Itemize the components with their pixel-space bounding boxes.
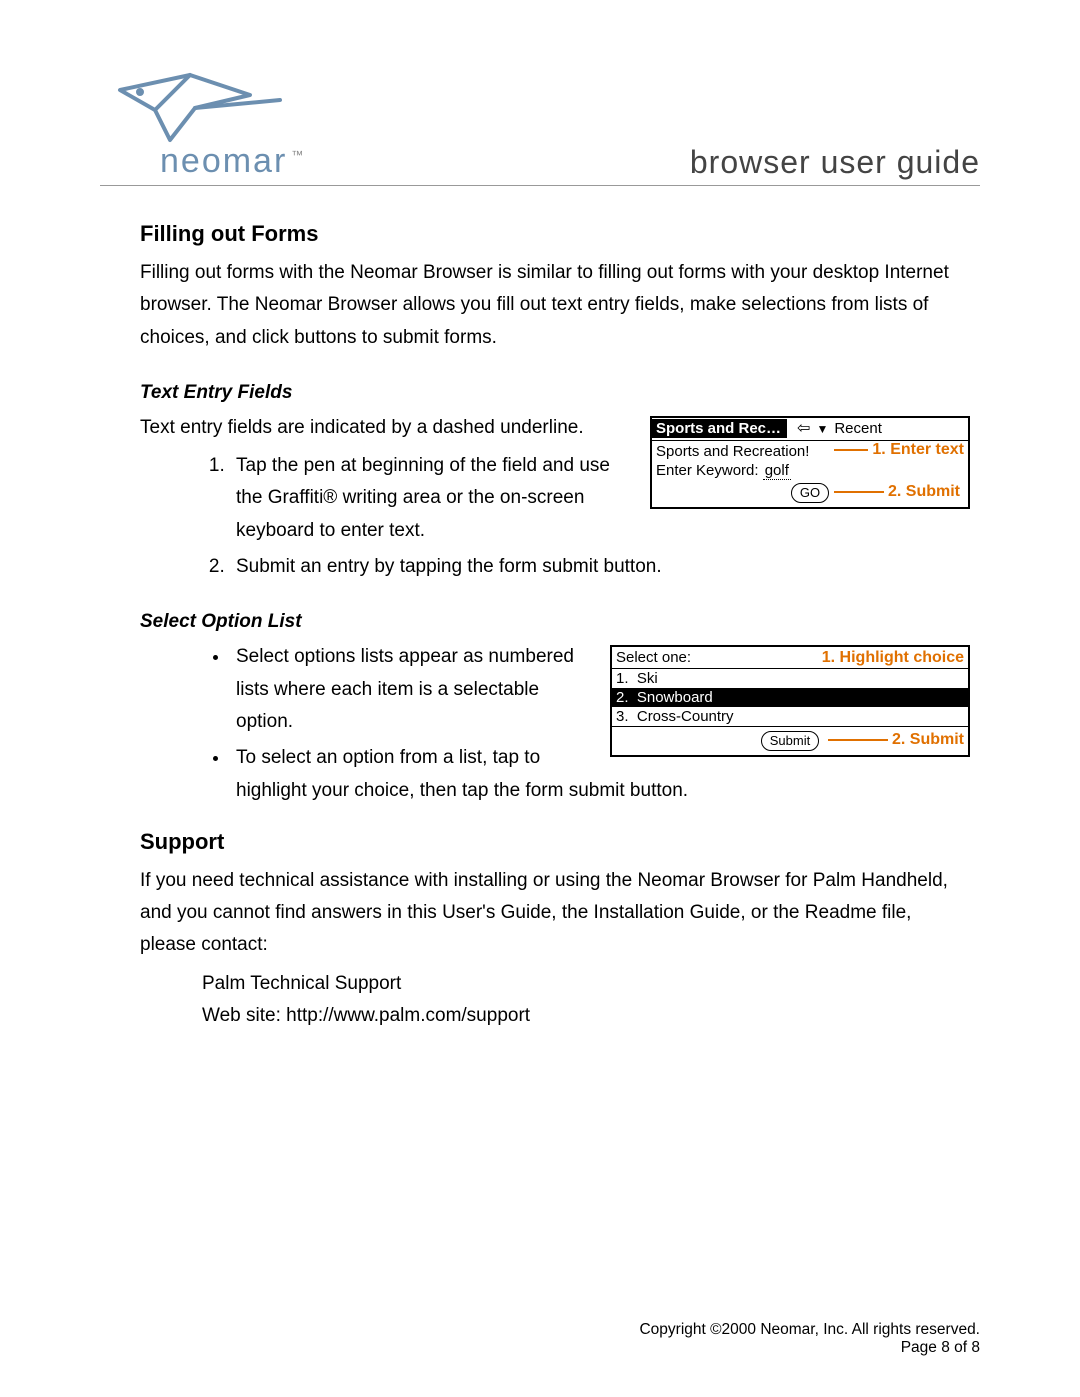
- subheading-select: Select Option List: [140, 611, 970, 633]
- trademark-symbol: ™: [291, 148, 305, 162]
- dropdown-icon: ▼: [816, 422, 828, 436]
- brand-name: neomar: [160, 142, 287, 181]
- figure1-keyword-label: Enter Keyword:: [656, 462, 763, 479]
- page-footer: Copyright ©2000 Neomar, Inc. All rights …: [639, 1321, 980, 1357]
- figure1-annotation-2: 2. Submit: [888, 483, 960, 500]
- figure2-submit-button: Submit: [761, 731, 819, 751]
- support-body: If you need technical assistance with in…: [140, 865, 970, 962]
- figure-select-list: Select one: 1. Highlight choice 1. Ski 2…: [610, 645, 970, 757]
- brand-logo: neomar ™: [100, 60, 305, 181]
- subheading-text-entry: Text Entry Fields: [140, 382, 970, 404]
- footer-page-number: Page 8 of 8: [639, 1339, 980, 1357]
- back-arrow-icon: ⇦: [797, 421, 810, 437]
- support-contact-name: Palm Technical Support: [202, 968, 970, 1000]
- recent-label: Recent: [834, 420, 882, 437]
- document-title: browser user guide: [690, 144, 980, 181]
- list-item-3: 3. Cross-Country: [612, 707, 968, 726]
- forms-intro: Filling out forms with the Neomar Browse…: [140, 257, 970, 354]
- figure-text-entry: Sports and Rec… ⇦ ▼ Recent Sports and Re…: [650, 416, 970, 509]
- section-heading-forms: Filling out Forms: [140, 221, 970, 247]
- figure2-annotation-1: 1. Highlight choice: [822, 649, 964, 666]
- figure1-go-button: GO: [791, 483, 829, 503]
- list-item-2-highlighted: 2. Snowboard: [612, 688, 968, 707]
- support-contact-site: Web site: http://www.palm.com/support: [202, 1000, 970, 1032]
- footer-copyright: Copyright ©2000 Neomar, Inc. All rights …: [639, 1321, 980, 1339]
- figure1-keyword-value: golf: [763, 462, 791, 480]
- figure1-annotation-1: 1. Enter text: [872, 441, 964, 458]
- figure2-prompt: Select one:: [616, 649, 691, 666]
- list-item-1: 1. Ski: [612, 669, 968, 688]
- page-header: neomar ™ browser user guide: [100, 60, 980, 186]
- section-heading-support: Support: [140, 829, 970, 855]
- bird-icon: [100, 60, 300, 150]
- figure2-annotation-2: 2. Submit: [892, 731, 964, 748]
- step-2: Submit an entry by tapping the form subm…: [230, 551, 970, 583]
- figure1-titlebar: Sports and Rec…: [652, 419, 787, 438]
